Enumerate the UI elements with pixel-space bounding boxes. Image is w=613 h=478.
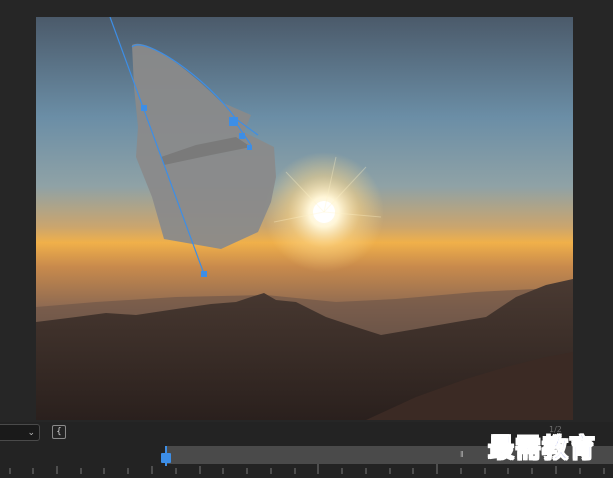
chevron-down-icon: ⌄ bbox=[27, 428, 35, 438]
mark-in-button[interactable]: { bbox=[52, 425, 66, 439]
anchor-point-selected[interactable] bbox=[229, 117, 238, 126]
canvas-image bbox=[36, 17, 573, 420]
bezier-handle[interactable] bbox=[201, 271, 207, 277]
mark-in-label: { bbox=[56, 427, 62, 437]
anchor-point[interactable] bbox=[141, 105, 147, 111]
time-ruler[interactable] bbox=[0, 464, 613, 478]
viewer-panel bbox=[0, 0, 613, 422]
anchor-point[interactable] bbox=[247, 145, 252, 150]
pause-marker: II bbox=[460, 450, 464, 459]
zoom-dropdown[interactable]: ⌄ bbox=[0, 424, 40, 441]
anchor-point[interactable] bbox=[239, 133, 245, 139]
playhead-marker-icon[interactable] bbox=[161, 453, 171, 463]
canvas-viewport[interactable] bbox=[36, 17, 573, 420]
watermark-logo: 最需教育 bbox=[487, 434, 597, 465]
